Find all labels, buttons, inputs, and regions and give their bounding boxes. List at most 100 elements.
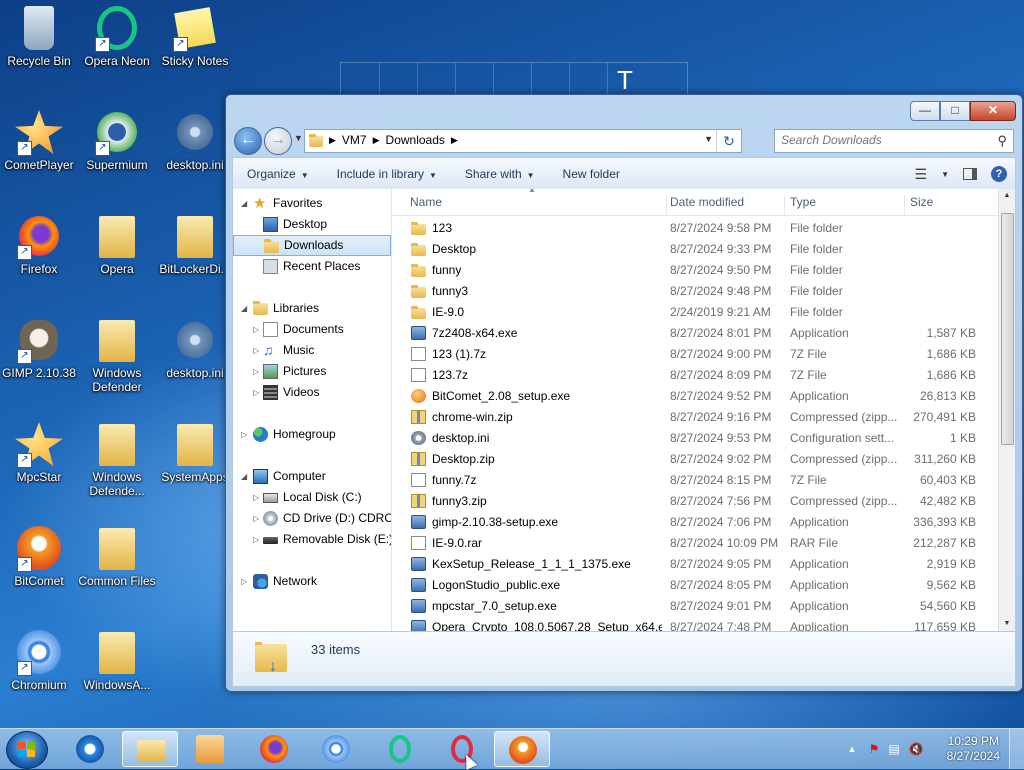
show-desktop-button[interactable] xyxy=(1009,729,1024,769)
nav-homegroup[interactable]: ▷ Homegroup xyxy=(233,424,391,445)
action-center-icon[interactable]: ⚑ xyxy=(866,741,882,757)
desktop-icon-mpcstar[interactable]: ↗ MpcStar xyxy=(0,420,78,484)
taskbar-chromium[interactable] xyxy=(308,731,364,767)
nav-item-videos[interactable]: ▷ Videos xyxy=(233,382,391,403)
desktop-icon-supermium[interactable]: ↗ Supermium xyxy=(78,108,156,172)
taskbar-file-explorer[interactable] xyxy=(122,731,178,767)
desktop-icon-windows-defender[interactable]: Windows Defender xyxy=(78,316,156,394)
close-button[interactable]: ✕ xyxy=(970,101,1016,121)
desktop-icon-systemapps[interactable]: SystemApps xyxy=(156,420,234,484)
show-hidden-icons-icon[interactable]: ▲ xyxy=(844,741,860,757)
vertical-scrollbar[interactable]: ▲ ▼ xyxy=(998,189,1015,631)
nav-item-music[interactable]: ▷ ♫ Music xyxy=(233,340,391,361)
expand-arrow-icon[interactable]: ▷ xyxy=(253,487,259,508)
scroll-thumb[interactable] xyxy=(1001,213,1014,445)
nav-libraries[interactable]: ◢ Libraries xyxy=(233,298,391,319)
refresh-button[interactable]: ↻ xyxy=(716,130,741,152)
nav-computer[interactable]: ◢ Computer xyxy=(233,466,391,487)
file-row[interactable]: 7z2408-x64.exe 8/27/2024 8:01 PM Applicati… xyxy=(392,323,999,344)
taskbar-internet-explorer[interactable] xyxy=(62,731,118,767)
file-row[interactable]: KexSetup_Release_1_1_1_1375.exe 8/27/2024… xyxy=(392,554,999,575)
file-row[interactable]: IE-9.0 2/24/2019 9:21 AM File folder xyxy=(392,302,999,323)
nav-favorites[interactable]: ◢ ★ Favorites xyxy=(233,193,391,214)
breadcrumb-downloads[interactable]: Downloads xyxy=(386,133,445,147)
file-row[interactable]: mpcstar_7.0_setup.exe 8/27/2024 9:01 PM Ap… xyxy=(392,596,999,617)
desktop-icon-recycle-bin[interactable]: Recycle Bin xyxy=(0,4,78,68)
forward-button[interactable]: → xyxy=(264,127,292,155)
file-row[interactable]: chrome-win.zip 8/27/2024 9:16 PM Compresse… xyxy=(392,407,999,428)
desktop-icon-bitlockerdi[interactable]: BitLockerDi... xyxy=(156,212,234,276)
nav-item-removable-disk[interactable]: ▷ Removable Disk (E:) xyxy=(233,529,391,550)
taskbar-media-player[interactable] xyxy=(182,731,238,767)
column-header-name[interactable]: Name xyxy=(410,195,667,215)
back-button[interactable]: ← xyxy=(234,127,262,155)
file-row[interactable]: 123 (1).7z 8/27/2024 9:00 PM 7Z File 1,686 … xyxy=(392,344,999,365)
expand-arrow-icon[interactable]: ▷ xyxy=(253,529,259,550)
file-row[interactable]: IE-9.0.rar 8/27/2024 10:09 PM RAR File 212,… xyxy=(392,533,999,554)
file-row[interactable]: BitComet_2.08_setup.exe 8/27/2024 9:52 PM… xyxy=(392,386,999,407)
collapse-arrow-icon[interactable]: ◢ xyxy=(241,193,247,214)
minimize-button[interactable]: — xyxy=(910,101,940,121)
nav-network[interactable]: ▷ Network xyxy=(233,571,391,592)
file-row[interactable]: desktop.ini 8/27/2024 9:53 PM Configuratio… xyxy=(392,428,999,449)
help-icon[interactable]: ? xyxy=(991,166,1007,182)
file-row[interactable]: funny 8/27/2024 9:50 PM File folder xyxy=(392,260,999,281)
taskbar-bitcomet[interactable] xyxy=(494,731,550,767)
desktop-icon-bitcomet[interactable]: ↗ BitComet xyxy=(0,524,78,588)
new-folder-button[interactable]: New folder xyxy=(549,167,634,181)
file-row[interactable]: funny.7z 8/27/2024 8:15 PM 7Z File 60,403 K… xyxy=(392,470,999,491)
nav-item-pictures[interactable]: ▷ Pictures xyxy=(233,361,391,382)
volume-muted-icon[interactable]: 🔇 xyxy=(908,741,924,757)
expand-arrow-icon[interactable]: ▷ xyxy=(253,340,259,361)
desktop-icon-gimp-2-10-38[interactable]: ↗ GIMP 2.10.38 xyxy=(0,316,78,380)
file-row[interactable]: LogonStudio_public.exe 8/27/2024 8:05 PM A… xyxy=(392,575,999,596)
search-input[interactable] xyxy=(775,130,987,150)
file-row[interactable]: 123.7z 8/27/2024 8:09 PM 7Z File 1,686 KB xyxy=(392,365,999,386)
expand-arrow-icon[interactable]: ▷ xyxy=(253,361,259,382)
desktop-icon-common-files[interactable]: Common Files xyxy=(78,524,156,588)
start-button[interactable] xyxy=(6,731,48,769)
file-row[interactable]: 123 8/27/2024 9:58 PM File folder xyxy=(392,218,999,239)
expand-arrow-icon[interactable]: ▷ xyxy=(253,382,259,403)
maximize-button[interactable]: □ xyxy=(940,101,970,121)
scroll-down-icon[interactable]: ▼ xyxy=(999,617,1015,631)
nav-item-recent-places[interactable]: Recent Places xyxy=(233,256,391,277)
explorer-window[interactable]: — □ ✕ ← → ▼ ▶ VM7 ▶ Downloads ▶ ▼ ↻ ⚲ Or… xyxy=(225,94,1023,692)
nav-item-downloads[interactable]: Downloads xyxy=(233,235,391,256)
file-row[interactable]: Opera_Crypto_108.0.5067.28_Setup_x64.exe… xyxy=(392,617,999,631)
column-header-type[interactable]: Type xyxy=(790,195,905,215)
collapse-arrow-icon[interactable]: ◢ xyxy=(241,298,247,319)
include-in-library-button[interactable]: Include in library ▼ xyxy=(323,167,451,181)
file-row[interactable]: funny3.zip 8/27/2024 7:56 PM Compressed (z… xyxy=(392,491,999,512)
recent-pages-dropdown[interactable]: ▼ xyxy=(294,133,303,143)
desktop-icon-windows-defende[interactable]: Windows Defende... xyxy=(78,420,156,498)
desktop-icon-chromium[interactable]: ↗ Chromium xyxy=(0,628,78,692)
expand-arrow-icon[interactable]: ▷ xyxy=(241,571,247,592)
view-options-icon[interactable]: ☰ xyxy=(915,166,928,183)
desktop-icon-sticky-notes[interactable]: ↗ Sticky Notes xyxy=(156,4,234,68)
desktop-icon-opera-neon[interactable]: ↗ Opera Neon xyxy=(78,4,156,68)
expand-arrow-icon[interactable]: ▷ xyxy=(253,508,259,529)
network-tray-icon[interactable]: ▤ xyxy=(886,741,902,757)
nav-item-cd-drive[interactable]: ▷ CD Drive (D:) CDROM xyxy=(233,508,391,529)
nav-item-local-disk[interactable]: ▷ Local Disk (C:) xyxy=(233,487,391,508)
expand-arrow-icon[interactable]: ▷ xyxy=(241,424,247,445)
file-row[interactable]: gimp-2.10.38-setup.exe 8/27/2024 7:06 PM A… xyxy=(392,512,999,533)
taskbar-opera-neon[interactable] xyxy=(372,731,428,767)
desktop-icon-opera[interactable]: Opera xyxy=(78,212,156,276)
taskbar-firefox[interactable] xyxy=(246,731,302,767)
file-row[interactable]: Desktop.zip 8/27/2024 9:02 PM Compressed (… xyxy=(392,449,999,470)
desktop-icon-desktop-ini[interactable]: desktop.ini xyxy=(156,108,234,172)
desktop-icon-desktop-ini[interactable]: desktop.ini xyxy=(156,316,234,380)
nav-item-desktop[interactable]: Desktop xyxy=(233,214,391,235)
organize-button[interactable]: Organize ▼ xyxy=(233,167,323,181)
collapse-arrow-icon[interactable]: ◢ xyxy=(241,466,247,487)
desktop-icon-firefox[interactable]: ↗ Firefox xyxy=(0,212,78,276)
clock[interactable]: 10:29 PM 8/27/2024 xyxy=(947,734,1000,764)
search-box[interactable]: ⚲ xyxy=(774,129,1014,153)
share-with-button[interactable]: Share with ▼ xyxy=(451,167,549,181)
column-header-size[interactable]: Size xyxy=(910,195,986,215)
desktop-icon-cometplayer[interactable]: ↗ CometPlayer xyxy=(0,108,78,172)
scroll-up-icon[interactable]: ▲ xyxy=(999,189,1015,203)
view-dropdown-icon[interactable]: ▼ xyxy=(941,170,949,179)
